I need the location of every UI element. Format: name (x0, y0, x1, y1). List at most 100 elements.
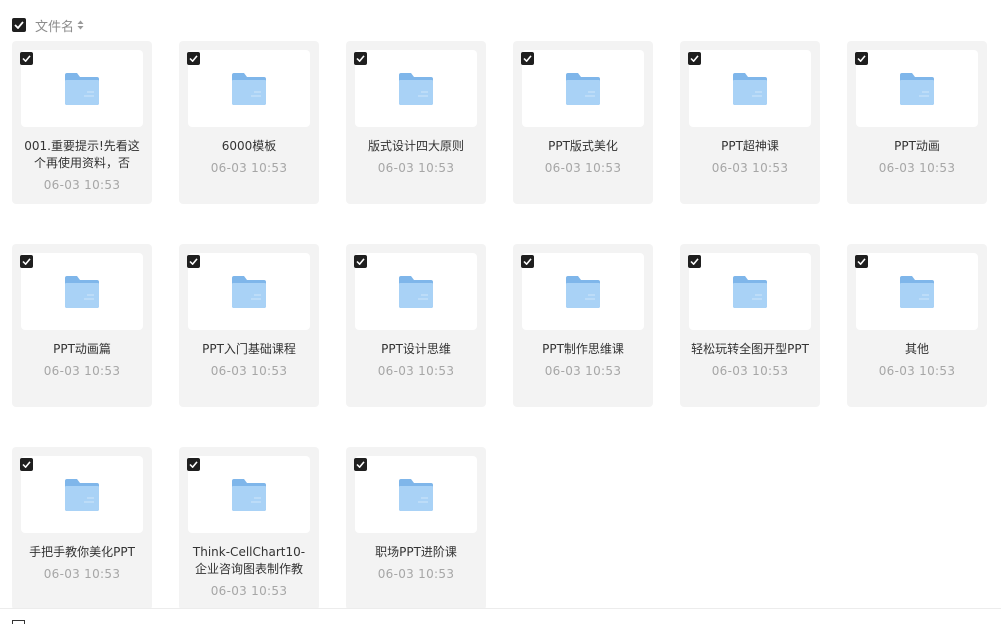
folder-modified-date: 06-03 10:53 (544, 364, 622, 378)
folder-name[interactable]: PPT版式美化 (522, 138, 644, 155)
sort-label: 文件名 (35, 19, 75, 35)
checkbox-checked-icon (690, 55, 699, 62)
folder-name[interactable]: PPT制作思维课 (522, 341, 644, 358)
folder-card[interactable]: PPT版式美化 06-03 10:53 (513, 41, 653, 204)
checkbox-checked-icon (189, 461, 198, 468)
checkbox-checked-icon (857, 55, 866, 62)
folder-thumbnail[interactable] (188, 456, 310, 533)
folder-thumbnail[interactable] (689, 253, 811, 330)
sort-icon (77, 20, 84, 30)
folder-icon (399, 275, 433, 308)
checkbox-checked-icon (189, 55, 198, 62)
folder-modified-date: 06-03 10:53 (377, 567, 455, 581)
folder-checkbox[interactable] (20, 255, 33, 268)
folder-checkbox[interactable] (688, 52, 701, 65)
folder-name[interactable]: 职场PPT进阶课 (355, 544, 477, 561)
folder-icon (566, 72, 600, 105)
folder-card[interactable]: Think-CellChart10-企业咨询图表制作教程 06-03 10:53 (179, 447, 319, 610)
folder-thumbnail[interactable] (856, 253, 978, 330)
folder-icon (232, 478, 266, 511)
folder-icon (399, 478, 433, 511)
folder-icon (900, 275, 934, 308)
bottom-bar (0, 608, 1001, 624)
folder-icon (733, 72, 767, 105)
folder-checkbox[interactable] (855, 255, 868, 268)
folder-modified-date: 06-03 10:53 (711, 161, 789, 175)
folder-name[interactable]: PPT超神课 (689, 138, 811, 155)
folder-checkbox[interactable] (20, 458, 33, 471)
folder-checkbox[interactable] (521, 52, 534, 65)
folder-thumbnail[interactable] (188, 50, 310, 127)
folder-checkbox[interactable] (354, 255, 367, 268)
folder-modified-date: 06-03 10:53 (878, 364, 956, 378)
folder-card[interactable]: PPT制作思维课 06-03 10:53 (513, 244, 653, 407)
folder-name[interactable]: 001.重要提示!先看这个再使用资料，否则… (21, 138, 143, 172)
folder-thumbnail[interactable] (856, 50, 978, 127)
folder-modified-date: 06-03 10:53 (544, 161, 622, 175)
folder-modified-date: 06-03 10:53 (43, 567, 121, 581)
folder-thumbnail[interactable] (689, 50, 811, 127)
checkbox-checked-icon (189, 258, 198, 265)
folder-card[interactable]: 001.重要提示!先看这个再使用资料，否则… 06-03 10:53 (12, 41, 152, 204)
folder-thumbnail[interactable] (522, 253, 644, 330)
folder-checkbox[interactable] (20, 52, 33, 65)
folder-icon (65, 72, 99, 105)
folder-thumbnail[interactable] (188, 253, 310, 330)
folder-card[interactable]: 版式设计四大原则 06-03 10:53 (346, 41, 486, 204)
folder-checkbox[interactable] (855, 52, 868, 65)
folder-checkbox[interactable] (354, 458, 367, 471)
partial-checkbox-icon[interactable] (12, 620, 25, 624)
folder-name[interactable]: 手把手教你美化PPT (21, 544, 143, 561)
folder-thumbnail[interactable] (355, 253, 477, 330)
folder-name[interactable]: 版式设计四大原则 (355, 138, 477, 155)
folder-name[interactable]: PPT设计思维 (355, 341, 477, 358)
folder-card[interactable]: 6000模板 06-03 10:53 (179, 41, 319, 204)
folder-thumbnail[interactable] (355, 50, 477, 127)
folder-checkbox[interactable] (187, 458, 200, 471)
folder-card[interactable]: 手把手教你美化PPT 06-03 10:53 (12, 447, 152, 610)
folder-name[interactable]: 其他 (856, 341, 978, 358)
checkbox-checked-icon (523, 258, 532, 265)
folder-thumbnail[interactable] (522, 50, 644, 127)
checkbox-checked-icon (857, 258, 866, 265)
folder-modified-date: 06-03 10:53 (711, 364, 789, 378)
folder-modified-date: 06-03 10:53 (43, 364, 121, 378)
checkbox-checked-icon (690, 258, 699, 265)
folder-name[interactable]: 6000模板 (188, 138, 310, 155)
folder-thumbnail[interactable] (355, 456, 477, 533)
folder-icon (566, 275, 600, 308)
folder-card[interactable]: PPT入门基础课程 06-03 10:53 (179, 244, 319, 407)
folder-checkbox[interactable] (688, 255, 701, 268)
folder-name[interactable]: PPT动画篇 (21, 341, 143, 358)
folder-thumbnail[interactable] (21, 50, 143, 127)
folder-checkbox[interactable] (521, 255, 534, 268)
folder-icon (232, 275, 266, 308)
folder-checkbox[interactable] (187, 52, 200, 65)
folder-modified-date: 06-03 10:53 (43, 178, 121, 192)
folder-modified-date: 06-03 10:53 (210, 161, 288, 175)
folder-icon (900, 72, 934, 105)
folder-thumbnail[interactable] (21, 253, 143, 330)
folder-modified-date: 06-03 10:53 (878, 161, 956, 175)
folder-name[interactable]: Think-CellChart10-企业咨询图表制作教程 (188, 544, 310, 578)
folder-name[interactable]: 轻松玩转全图开型PPT (689, 341, 811, 358)
folder-name[interactable]: PPT入门基础课程 (188, 341, 310, 358)
folder-checkbox[interactable] (354, 52, 367, 65)
folder-modified-date: 06-03 10:53 (210, 584, 288, 598)
folder-card[interactable]: 其他 06-03 10:53 (847, 244, 987, 407)
checkbox-checked-icon (22, 55, 31, 62)
file-list-header: 文件名 (12, 16, 84, 35)
folder-card[interactable]: PPT动画篇 06-03 10:53 (12, 244, 152, 407)
folder-card[interactable]: PPT超神课 06-03 10:53 (680, 41, 820, 204)
select-all-checkbox[interactable] (12, 18, 26, 32)
folder-checkbox[interactable] (187, 255, 200, 268)
folder-card[interactable]: 职场PPT进阶课 06-03 10:53 (346, 447, 486, 610)
folder-thumbnail[interactable] (21, 456, 143, 533)
checkbox-checked-icon (356, 461, 365, 468)
folder-card[interactable]: PPT动画 06-03 10:53 (847, 41, 987, 204)
folder-card[interactable]: PPT设计思维 06-03 10:53 (346, 244, 486, 407)
sort-by-name-button[interactable]: 文件名 (35, 16, 84, 35)
folder-name[interactable]: PPT动画 (856, 138, 978, 155)
folder-card[interactable]: 轻松玩转全图开型PPT 06-03 10:53 (680, 244, 820, 407)
folder-modified-date: 06-03 10:53 (377, 364, 455, 378)
